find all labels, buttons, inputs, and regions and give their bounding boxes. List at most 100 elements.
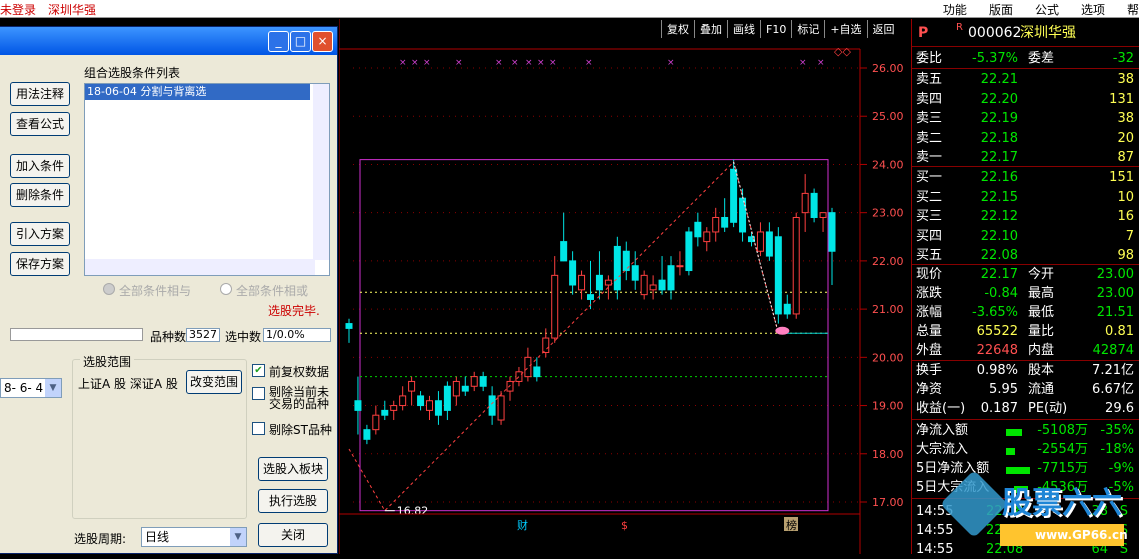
selected-label: 选中数 <box>225 330 262 344</box>
tick-label: 26.00 <box>872 62 904 75</box>
signal-marker <box>775 326 790 335</box>
stat-value: 0.81 <box>1105 324 1134 339</box>
usage-button[interactable]: 用法注释 <box>10 82 70 106</box>
list-item: 总量 65522 量比 0.81 <box>916 322 1138 341</box>
list-header: 组合选股条件列表 <box>84 66 181 80</box>
fund-value: 5.95 <box>989 382 1018 397</box>
maximize-button[interactable]: □ <box>290 31 311 52</box>
candle-body <box>345 323 353 329</box>
menu-options[interactable]: 选项 <box>1081 1 1105 18</box>
vertical-scrollbar[interactable] <box>313 84 329 260</box>
buy-label: 买二 <box>916 189 943 205</box>
buy-price: 22.10 <box>980 228 1018 244</box>
sell-price: 22.20 <box>980 91 1018 107</box>
candle-body <box>497 395 505 421</box>
candle-body <box>828 212 836 252</box>
add-condition-button[interactable]: 加入条件 <box>10 154 70 178</box>
radio-or[interactable] <box>220 283 232 295</box>
toolbar-adjust[interactable]: 复权 <box>661 20 694 38</box>
candle-body <box>443 385 451 411</box>
checkbox-adjusted[interactable]: ✔ <box>252 364 265 377</box>
candle-body <box>390 405 398 411</box>
candle-body <box>578 274 586 291</box>
condition-list[interactable]: 18-06-04 分割与背离选 <box>84 83 330 276</box>
toolbar-add-watch[interactable]: +自选 <box>824 20 866 38</box>
candle-body <box>426 400 433 411</box>
date-combo[interactable]: 8- 6- 4 ▼ <box>0 378 62 398</box>
fund-label: 流通 <box>1028 382 1055 397</box>
horizontal-scrollbar[interactable] <box>85 259 315 275</box>
toolbar-draw[interactable]: 画线 <box>727 20 760 38</box>
save-plan-button[interactable]: 保存方案 <box>10 252 70 276</box>
menu-help[interactable]: 帮 <box>1127 1 1139 18</box>
list-item: 买四 22.10 7 <box>916 227 1138 246</box>
stock-name-link[interactable]: 深圳华强 <box>48 3 96 17</box>
menu-layout[interactable]: 版面 <box>989 1 1013 18</box>
period-combo[interactable]: 日线 ▼ <box>141 527 247 547</box>
flow-percent: -18% <box>1100 442 1134 457</box>
import-plan-button[interactable]: 引入方案 <box>10 222 70 246</box>
event-marker: × <box>817 58 825 68</box>
tick-label: 20.00 <box>872 351 904 364</box>
period-label: 选股周期: <box>74 532 127 546</box>
done-text: 选股完毕. <box>268 304 320 318</box>
list-item: 净资 5.95 流通 6.67亿 <box>916 380 1138 399</box>
toolbar-f10[interactable]: F10 <box>760 20 791 38</box>
sell-volume: 38 <box>1117 111 1134 126</box>
stat-label: 最高 <box>1028 286 1055 301</box>
candle-body <box>721 216 729 228</box>
dialog-title-bar[interactable]: _ □ × <box>0 27 337 55</box>
sell-volume: 87 <box>1117 150 1134 165</box>
stat-value: 22.17 <box>980 267 1018 282</box>
watermark-logo: 股票六六 www.GP66.cn <box>940 470 1139 554</box>
candle-body <box>774 236 782 315</box>
event-marker: × <box>495 58 503 68</box>
candle-body <box>569 260 577 286</box>
list-item: 收益(一) 0.187 PE(动) 29.6 <box>916 399 1138 418</box>
stat-label: 总量 <box>916 324 943 339</box>
flow-percent: -35% <box>1100 423 1134 438</box>
kline-chart[interactable]: 26.00 25.00 24.00 23.00 22.00 21.00 20.00 19.00… <box>339 19 911 554</box>
candle-body <box>542 337 550 354</box>
candle-body <box>631 265 639 281</box>
checkbox-untraded[interactable] <box>252 387 265 400</box>
toolbar-back[interactable]: 返回 <box>866 20 900 38</box>
stat-value: 23.00 <box>1096 267 1134 282</box>
delete-condition-button[interactable]: 删除条件 <box>10 183 70 207</box>
toolbar-mark[interactable]: 标记 <box>791 20 824 38</box>
list-item: 换手 0.98% 股本 7.21亿 <box>916 361 1138 380</box>
view-formula-button[interactable]: 查看公式 <box>10 112 70 136</box>
sell-volume: 131 <box>1109 91 1134 107</box>
close-icon[interactable]: × <box>312 31 333 52</box>
close-button[interactable]: 关闭 <box>258 523 328 547</box>
chevron-down-icon[interactable]: ▼ <box>230 528 246 546</box>
checkbox-st[interactable] <box>252 422 265 435</box>
date-value: 8- 6- 4 <box>4 381 44 395</box>
list-item[interactable]: 18-06-04 分割与背离选 <box>85 84 310 100</box>
minimize-button[interactable]: _ <box>268 31 289 52</box>
buy-price: 22.08 <box>980 248 1018 263</box>
selected-value: 1/0.0% <box>263 328 331 342</box>
sell-price: 22.21 <box>980 72 1018 87</box>
menu-formula[interactable]: 公式 <box>1035 1 1059 18</box>
menu-function[interactable]: 功能 <box>943 1 967 18</box>
flow-bar <box>1006 448 1015 455</box>
candle-body <box>488 395 496 416</box>
execute-button[interactable]: 执行选股 <box>258 489 328 513</box>
toolbar-overlay[interactable]: 叠加 <box>694 20 727 38</box>
candle-body <box>587 294 594 300</box>
candle-body <box>613 245 621 291</box>
radio-and[interactable] <box>103 283 115 295</box>
sell-label: 卖二 <box>916 130 943 146</box>
chevron-down-icon[interactable]: ▼ <box>45 379 61 397</box>
candle-body <box>756 231 764 252</box>
add-to-block-button[interactable]: 选股入板块 <box>258 457 328 481</box>
tick-label: 19.00 <box>872 400 904 413</box>
login-status[interactable]: 未登录 <box>0 3 36 17</box>
sell-price: 22.17 <box>980 150 1018 165</box>
change-range-button[interactable]: 改变范围 <box>186 370 242 394</box>
buy-volume: 7 <box>1125 228 1134 244</box>
bottom-marker: 财 <box>517 518 528 532</box>
stat-label: 涨幅 <box>916 305 943 320</box>
candle-body <box>658 279 666 291</box>
